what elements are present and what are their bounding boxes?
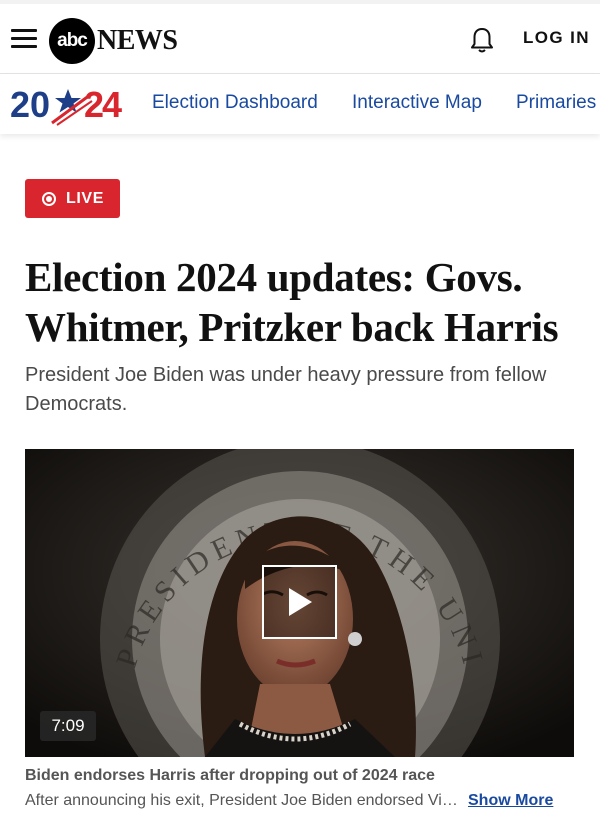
abc-news-logo[interactable]: abc NEWS: [49, 18, 178, 64]
subnav-link-interactive-map[interactable]: Interactive Map: [352, 92, 482, 114]
bell-icon[interactable]: [469, 26, 495, 54]
show-more-link[interactable]: Show More: [468, 792, 553, 810]
video-player[interactable]: PRESIDENT OF THE UNITED STATES 7:09: [25, 449, 574, 757]
article-dek: President Joe Biden was under heavy pres…: [25, 364, 547, 415]
play-icon: [288, 588, 312, 616]
live-label: LIVE: [66, 189, 104, 207]
video-description: After announcing his exit, President Joe…: [25, 792, 465, 809]
logo-word: NEWS: [97, 25, 178, 56]
login-button[interactable]: LOG IN: [523, 28, 590, 48]
site-header: abc NEWS LOG IN: [0, 4, 600, 74]
election-subnav: 2 0 24 Election Dashboard Interactive Ma…: [0, 74, 600, 134]
subnav-link-primaries[interactable]: Primaries: [516, 92, 596, 114]
svg-text:0: 0: [30, 84, 50, 125]
subnav-link-election-dashboard[interactable]: Election Dashboard: [152, 92, 318, 114]
live-radio-icon: [42, 191, 56, 206]
play-button[interactable]: [262, 565, 337, 639]
hamburger-menu-icon[interactable]: [11, 29, 37, 49]
video-duration: 7:09: [40, 711, 96, 741]
svg-text:2: 2: [10, 84, 29, 125]
video-caption: Biden endorses Harris after dropping out…: [25, 767, 435, 784]
election-2024-logo[interactable]: 2 0 24: [10, 81, 128, 127]
logo-mark: abc: [49, 18, 95, 64]
article-headline: Election 2024 updates: Govs. Whitmer, Pr…: [25, 254, 559, 350]
svg-text:24: 24: [84, 84, 122, 125]
live-badge[interactable]: LIVE: [25, 179, 120, 218]
